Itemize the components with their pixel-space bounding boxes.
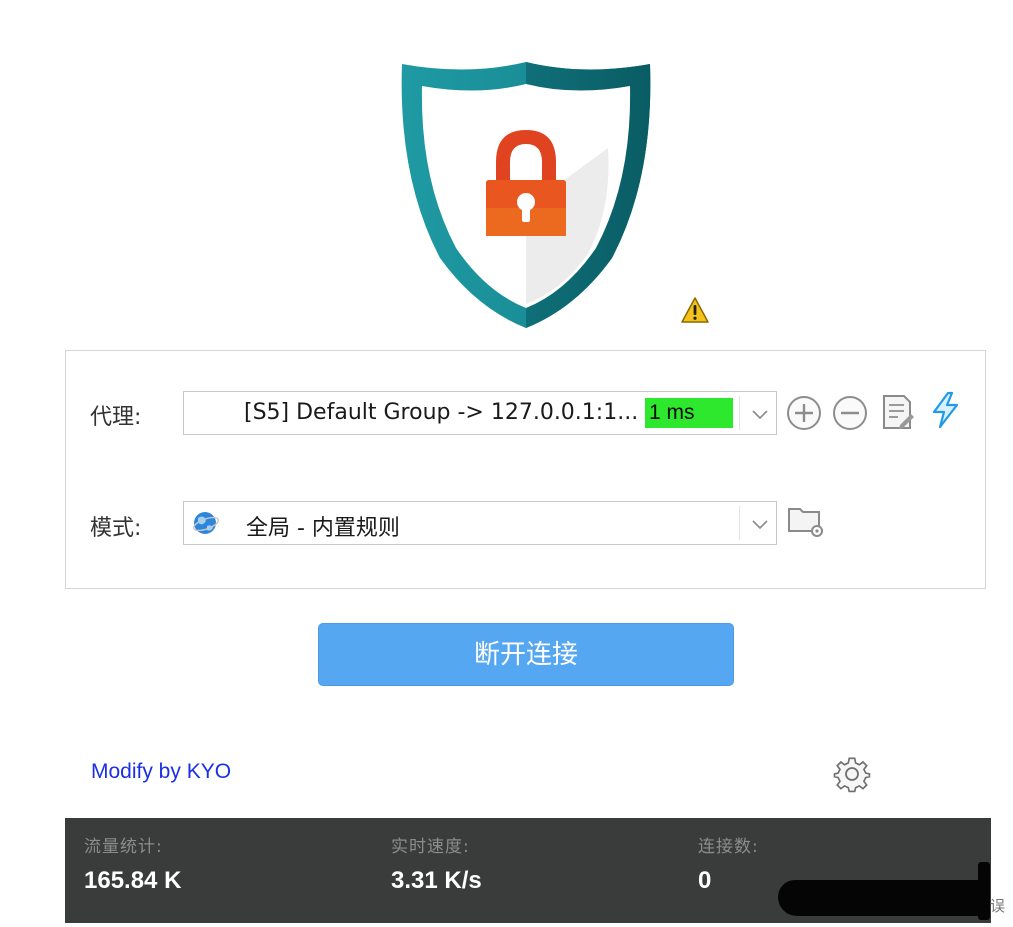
- speed-value: 3.31 K/s: [391, 867, 482, 894]
- speed-label: 实时速度:: [391, 837, 470, 857]
- chevron-down-icon[interactable]: [751, 518, 769, 530]
- warning-icon: [681, 297, 709, 323]
- traffic-label: 流量统计:: [84, 837, 163, 857]
- proxy-select[interactable]: [S5] Default Group -> 127.0.0.1:1... 1 m…: [183, 391, 777, 435]
- shield-lock-icon: [401, 62, 651, 328]
- mode-select-value: 全局 - 内置规则: [246, 516, 400, 541]
- redaction-mark: [978, 862, 990, 920]
- redaction-mark: [778, 880, 990, 916]
- proxy-select-value: [S5] Default Group -> 127.0.0.1:1...: [244, 400, 639, 425]
- modify-by-link[interactable]: Modify by KYO: [91, 760, 231, 784]
- proxy-label: 代理:: [90, 405, 142, 430]
- latency-badge: 1 ms: [645, 398, 733, 428]
- disconnect-button[interactable]: 断开连接: [318, 623, 734, 686]
- edge-glyph: 误: [990, 897, 1006, 915]
- connections-value: 0: [698, 867, 712, 894]
- speedtest-lightning-icon[interactable]: [926, 391, 964, 429]
- combo-divider: [739, 396, 740, 430]
- add-proxy-icon[interactable]: [785, 394, 823, 432]
- mode-label: 模式:: [90, 516, 142, 541]
- mode-select[interactable]: 全局 - 内置规则: [183, 501, 777, 545]
- edit-proxy-icon[interactable]: [878, 393, 916, 431]
- gear-icon[interactable]: [833, 755, 871, 793]
- globe-icon: [192, 512, 220, 534]
- combo-divider: [739, 506, 740, 540]
- traffic-value: 165.84 K: [84, 867, 182, 894]
- connection-settings-panel: 代理: [S5] Default Group -> 127.0.0.1:1...…: [65, 350, 986, 589]
- remove-proxy-icon[interactable]: [831, 394, 869, 432]
- connections-label: 连接数:: [698, 837, 759, 857]
- chevron-down-icon[interactable]: [751, 408, 769, 420]
- rules-folder-icon[interactable]: [786, 501, 824, 539]
